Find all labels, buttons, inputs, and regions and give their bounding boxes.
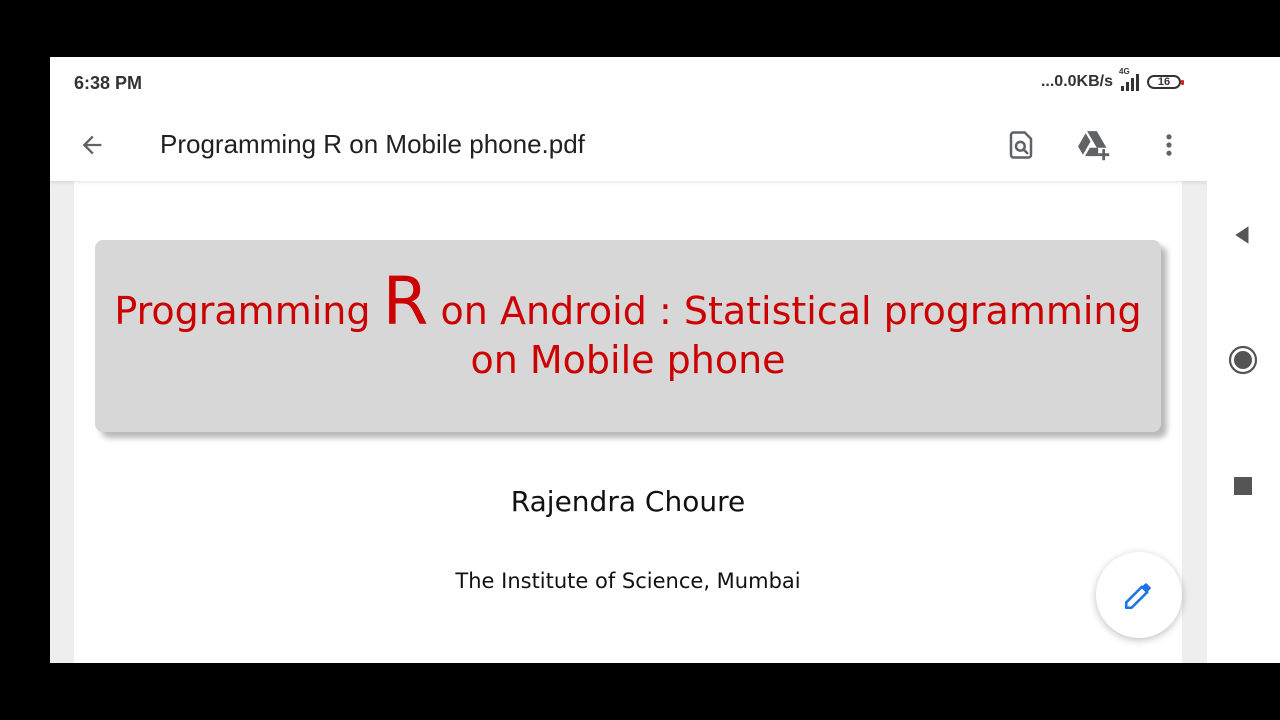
phone-screen: 6:38 PM ...0.0KB/s 4G 16 Programming R o… (50, 57, 1207, 663)
battery-icon: 16 (1147, 75, 1184, 89)
letterbox-top (0, 0, 1280, 57)
pdf-viewer[interactable]: Programming R on Android : Statistical p… (50, 181, 1207, 663)
app-bar: Programming R on Mobile phone.pdf (50, 109, 1207, 181)
edit-pencil-icon (1124, 583, 1151, 610)
battery-level: 16 (1157, 76, 1171, 88)
back-triangle-icon (1235, 226, 1249, 244)
title-line-1: Programming R on Android : Statistical p… (95, 269, 1161, 336)
nav-back-button[interactable] (1225, 217, 1261, 253)
institute-name: The Institute of Science, Mumbai (455, 569, 801, 593)
document-title: Programming R on Mobile phone.pdf (160, 129, 585, 159)
more-options-button[interactable] (1149, 125, 1189, 165)
letterbox-left (0, 57, 50, 663)
nav-home-button[interactable] (1225, 342, 1261, 378)
arrow-left-icon (82, 135, 102, 155)
signal-icon: 4G (1119, 67, 1139, 91)
status-bar: 6:38 PM ...0.0KB/s 4G 16 (50, 57, 1207, 109)
network-speed: ...0.0KB/s (1040, 73, 1113, 90)
navigation-bar (1207, 57, 1280, 663)
letterbox-bottom (0, 663, 1280, 720)
pdf-page: Programming R on Android : Statistical p… (74, 181, 1182, 663)
title-box: Programming R on Android : Statistical p… (95, 240, 1161, 432)
find-in-page-icon (1009, 131, 1033, 159)
status-indicators: ...0.0KB/s 4G 16 (1040, 67, 1184, 91)
more-vert-icon (1166, 134, 1172, 156)
add-to-drive-button[interactable] (1074, 125, 1114, 165)
author-name: Rajendra Choure (510, 485, 746, 518)
status-time: 6:38 PM (74, 73, 143, 93)
edit-fab-button[interactable] (1096, 552, 1182, 638)
title-part-2: on Android : Statistical programming (440, 289, 1142, 333)
network-type: 4G (1119, 67, 1130, 76)
title-part-1: Programming (114, 289, 371, 333)
nav-recents-button[interactable] (1225, 468, 1261, 504)
find-in-page-button[interactable] (1001, 125, 1041, 165)
title-line-2: on Mobile phone (470, 338, 786, 383)
drive-add-icon (1078, 131, 1110, 161)
recents-square-icon (1234, 477, 1252, 495)
title-big-letter: R (382, 263, 429, 340)
home-circle-icon (1228, 345, 1258, 375)
back-button[interactable] (76, 129, 108, 161)
